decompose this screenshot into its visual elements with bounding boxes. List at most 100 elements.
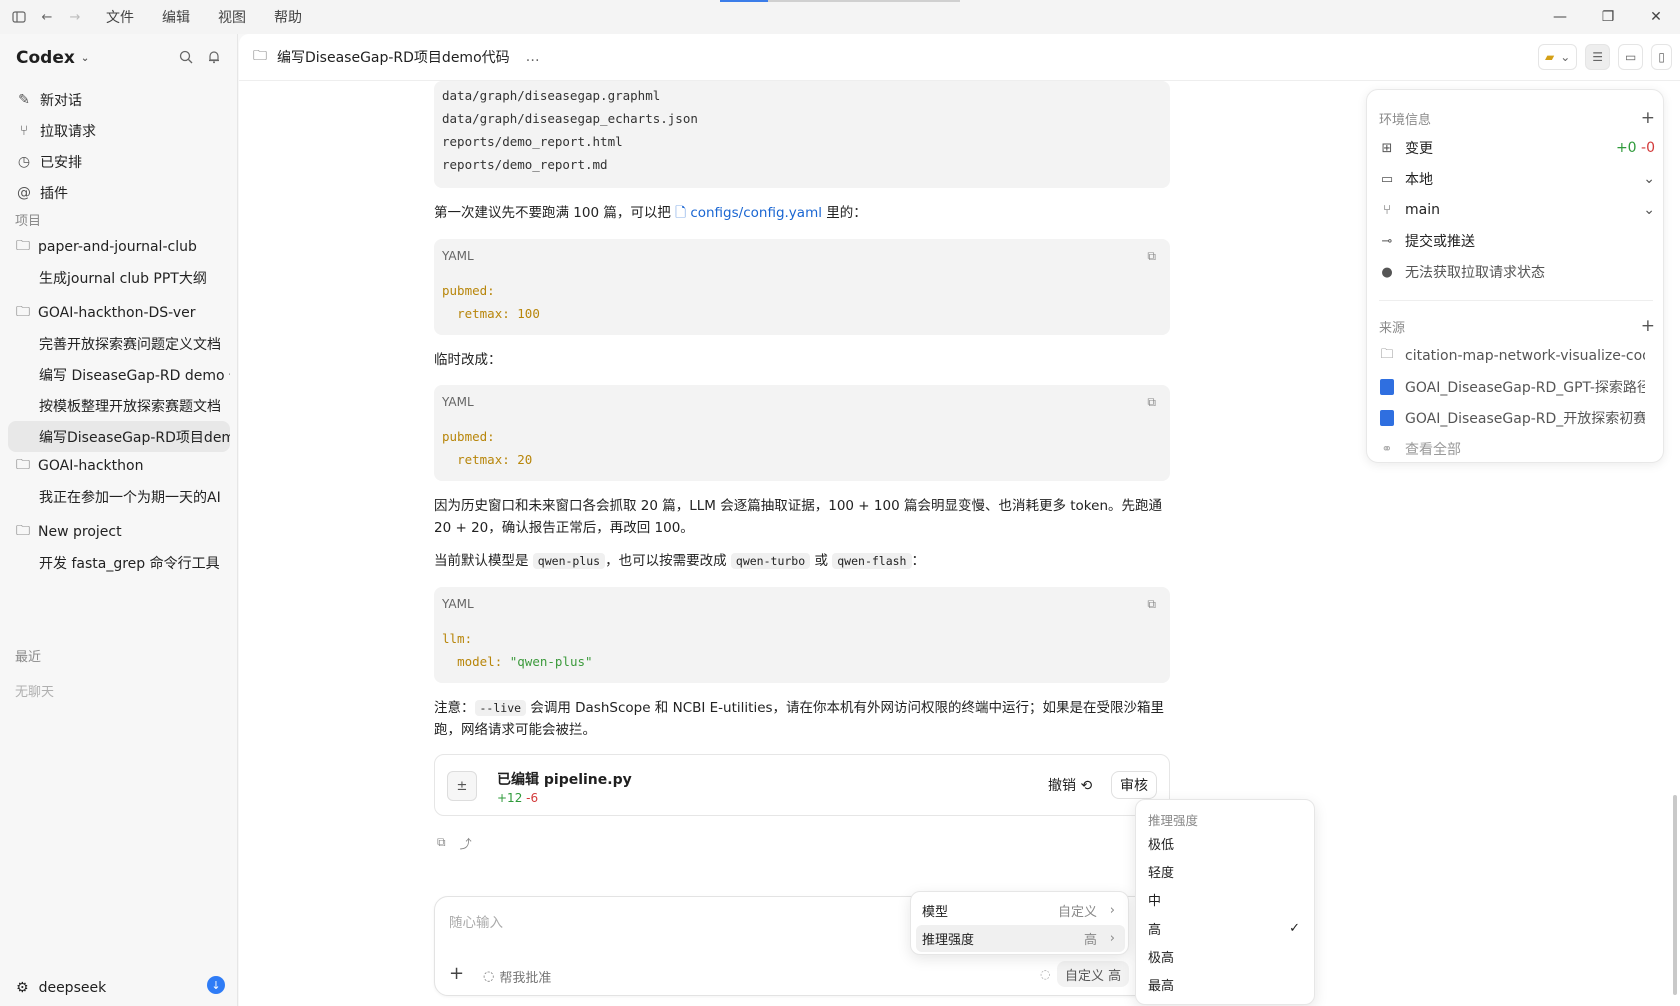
- approval-mode-button[interactable]: ◌ 帮我批准: [483, 967, 551, 986]
- project-header[interactable]: 🗀 paper-and-journal-club: [8, 231, 230, 262]
- effort-option[interactable]: 最高: [1148, 971, 1308, 998]
- menu-file[interactable]: 文件: [106, 7, 134, 27]
- project-group: 🗀 GOAI-hackthon-DS-ver 完善开放探索赛问题定义文档 编写 …: [8, 297, 230, 452]
- thread-item[interactable]: 编写 DiseaseGap-RD demo 代: [8, 359, 230, 390]
- nav-pull-requests[interactable]: ⑂ 拉取请求: [8, 115, 230, 146]
- restore-icon[interactable]: ❐: [1584, 0, 1632, 34]
- text-line: 因为历史窗口和未来窗口各会抓取 20 篇，LLM 会逐篇抽取证据，100 + 1…: [434, 498, 1163, 514]
- thread-item[interactable]: 生成journal club PPT大纲: [8, 262, 230, 293]
- thread-item[interactable]: 我正在参加一个为期一天的AI: [8, 481, 230, 512]
- open-in-app-button[interactable]: ▰ ⌄: [1537, 44, 1578, 70]
- pull-request-icon: ⑂: [19, 122, 29, 139]
- code-text: data/graph/diseasegap.graphml data/graph…: [442, 84, 698, 176]
- source-item[interactable]: GOAI_DiseaseGap-RD_GPT-探索路径与: [1379, 373, 1655, 401]
- env-local-row[interactable]: ▭ 本地 ⌄: [1379, 165, 1655, 193]
- search-icon[interactable]: [179, 50, 193, 68]
- menu-help[interactable]: 帮助: [274, 7, 302, 27]
- add-icon[interactable]: +: [1641, 108, 1655, 128]
- effort-option[interactable]: 轻度: [1148, 858, 1308, 885]
- nav-label: 拉取请求: [40, 123, 96, 140]
- project-name: New project: [38, 523, 122, 540]
- effort-option[interactable]: 极低: [1148, 830, 1308, 857]
- github-icon: ●: [1381, 264, 1393, 280]
- yaml-key: retmax:: [457, 306, 510, 321]
- env-changes-row[interactable]: ⊞ 变更 +0 -0: [1379, 134, 1655, 162]
- back-arrow-icon[interactable]: ←: [38, 8, 56, 26]
- user-account[interactable]: ⚙ deepseek: [16, 980, 106, 996]
- copy-icon[interactable]: ⧉: [1147, 395, 1156, 410]
- view-all-label: 查看全部: [1405, 442, 1461, 458]
- effort-option[interactable]: 极高: [1148, 943, 1308, 970]
- menu-view[interactable]: 视图: [218, 7, 246, 27]
- minimize-icon[interactable]: —: [1536, 0, 1584, 34]
- nav-scheduled[interactable]: ◷ 已安排: [8, 146, 230, 177]
- copy-icon[interactable]: ⧉: [1147, 597, 1156, 612]
- scrollbar[interactable]: [1673, 795, 1677, 995]
- env-panel-toggle-icon[interactable]: ☰: [1585, 44, 1611, 70]
- gear-icon: ⚙: [16, 980, 29, 996]
- project-group: 🗀 GOAI-hackthon 我正在参加一个为期一天的AI: [8, 450, 230, 512]
- paragraph: 注意： --live 会调用 DashScope 和 NCBI E-utiliti…: [434, 697, 1170, 741]
- close-icon[interactable]: ✕: [1632, 0, 1680, 34]
- source-item[interactable]: 🗀 citation-map-network-visualize-coding: [1379, 342, 1655, 370]
- effort-option-selected[interactable]: 高 ✓: [1148, 915, 1308, 942]
- file-link[interactable]: 🗋 configs/config.yaml: [675, 205, 822, 221]
- project-header[interactable]: 🗀 New project: [8, 516, 230, 547]
- chevron-down-icon: ⌄: [1643, 171, 1655, 187]
- changes-removed: -0: [1641, 140, 1655, 156]
- env-branch-row[interactable]: ⑂ main ⌄: [1379, 196, 1655, 224]
- review-button[interactable]: 审核: [1111, 771, 1157, 799]
- sidebar-toggle-icon[interactable]: [10, 8, 28, 26]
- forward-arrow-icon[interactable]: →: [66, 8, 84, 26]
- menu-edit[interactable]: 编辑: [162, 7, 190, 27]
- nav-label: 已安排: [40, 154, 82, 171]
- download-icon[interactable]: ↓: [207, 976, 225, 994]
- nav-plugins[interactable]: @ 插件: [8, 177, 230, 208]
- model-mode-button[interactable]: 自定义 高: [1057, 961, 1130, 987]
- approval-mode-label: 帮我批准: [499, 971, 552, 986]
- code-text: pubmed: retmax: 100: [442, 279, 540, 325]
- thread-item[interactable]: 开发 fasta_grep 命令行工具: [8, 547, 230, 578]
- effort-option[interactable]: 中: [1148, 886, 1308, 913]
- yaml-value: 100: [517, 306, 540, 321]
- text: 注意：: [434, 700, 475, 716]
- edit-icon: ✎: [18, 91, 30, 108]
- code-line: data/graph/diseasegap_echarts.json: [442, 111, 698, 126]
- side-panel-toggle-icon[interactable]: ▯: [1651, 44, 1672, 70]
- loading-progress: [720, 0, 960, 2]
- env-commit-row[interactable]: ⊸ 提交或推送: [1379, 227, 1655, 255]
- thread-item-active[interactable]: 编写DiseaseGap-RD项目demo: [8, 421, 230, 452]
- nav-label: 插件: [40, 185, 68, 202]
- add-icon[interactable]: +: [1641, 316, 1655, 336]
- more-options-button[interactable]: …: [526, 49, 540, 65]
- nav-new-chat[interactable]: ✎ 新对话: [8, 84, 230, 115]
- text: 当前默认模型是: [434, 553, 533, 569]
- diff-stats: +12 -6: [497, 791, 538, 805]
- add-attachment-icon[interactable]: +: [449, 963, 464, 984]
- env-changes-stats: +0 -0: [1616, 140, 1655, 156]
- menu-item-reasoning[interactable]: 推理强度 高 ›: [916, 925, 1125, 952]
- source-label: GOAI_DiseaseGap-RD_GPT-探索路径与: [1405, 380, 1645, 396]
- code-lang-label: YAML: [442, 597, 474, 611]
- thread-item[interactable]: 按模板整理开放探索赛题文档: [8, 390, 230, 421]
- menu-item-model[interactable]: 模型 自定义 ›: [916, 897, 1125, 924]
- project-header[interactable]: 🗀 GOAI-hackthon: [8, 450, 230, 481]
- project-group: 🗀 New project 开发 fasta_grep 命令行工具: [8, 516, 230, 578]
- undo-button[interactable]: 撤销 ⟲: [1048, 775, 1092, 795]
- chevron-down-icon: ⌄: [1643, 202, 1655, 218]
- copy-icon[interactable]: ⧉: [437, 835, 446, 852]
- project-header[interactable]: 🗀 GOAI-hackthon-DS-ver: [8, 297, 230, 328]
- source-item[interactable]: GOAI_DiseaseGap-RD_开放探索初赛4页: [1379, 404, 1655, 432]
- text: 里的：: [821, 205, 867, 221]
- bell-icon[interactable]: [207, 50, 221, 68]
- brand-switcher[interactable]: Codex ⌄: [16, 48, 89, 68]
- edited-file-card: ± 已编辑 pipeline.py +12 -6 撤销 ⟲ 审核: [434, 754, 1170, 816]
- terminal-toggle-icon[interactable]: ▭: [1618, 44, 1644, 70]
- view-all-row[interactable]: ⚭ 查看全部: [1379, 435, 1655, 463]
- fork-icon[interactable]: ⤴: [460, 835, 472, 852]
- folder-icon: 🗀: [16, 237, 30, 254]
- thread-item[interactable]: 完善开放探索赛问题定义文档: [8, 328, 230, 359]
- copy-icon[interactable]: ⧉: [1147, 249, 1156, 264]
- composer-input[interactable]: 随心输入: [449, 911, 503, 931]
- source-label: citation-map-network-visualize-coding: [1405, 348, 1645, 364]
